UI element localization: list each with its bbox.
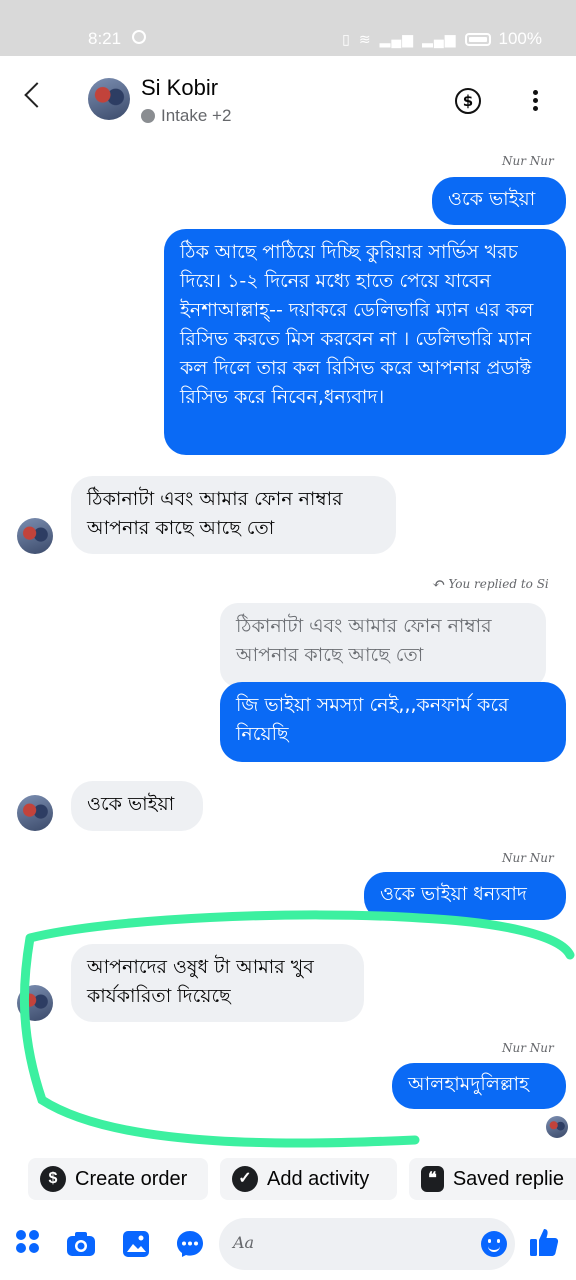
dnd-icon: [132, 30, 146, 44]
read-receipt-avatar: [546, 1116, 568, 1138]
message-bubble-outgoing[interactable]: ঠিক আছে পাঠিয়ে দিচ্ছি কুরিয়ার সার্ভিস …: [164, 229, 566, 455]
message-bubble-incoming[interactable]: আপনাদের ওষুধ টা আমার খুব কার্যকারিতা দিয…: [71, 944, 364, 1022]
reply-label: ↶ You replied to Si: [432, 574, 549, 593]
quick-action-label: Saved replie: [452, 1167, 564, 1190]
presence-dot-icon: [141, 109, 155, 123]
dollar-icon[interactable]: $: [455, 88, 481, 114]
sender-label: Nur Nur: [502, 154, 554, 168]
message-bubble-outgoing[interactable]: ওকে ভাইয়া: [432, 177, 566, 225]
contact-subtitle: Intake +2: [141, 106, 231, 126]
message-input[interactable]: Aa: [219, 1218, 515, 1270]
gallery-icon[interactable]: [122, 1230, 150, 1258]
wifi-icon: ≋: [358, 30, 372, 47]
vibrate-icon: ▯: [342, 30, 351, 47]
saved-replies-button[interactable]: ❝ Saved replie: [409, 1158, 576, 1200]
quick-action-label: Add activity: [267, 1167, 370, 1190]
quick-action-label: Create order: [75, 1167, 188, 1190]
message-placeholder: Aa: [233, 1233, 255, 1252]
status-time: 8:21: [88, 29, 122, 48]
contact-label: Intake +2: [161, 106, 232, 125]
apps-grid-icon[interactable]: [16, 1230, 40, 1254]
signal-icon: ▂▄▆: [379, 30, 415, 47]
avatar[interactable]: [17, 518, 53, 554]
message-bubble-outgoing[interactable]: আলহামদুলিল্লাহ: [392, 1063, 566, 1109]
check-icon: ✓: [232, 1166, 258, 1192]
message-bubble-incoming[interactable]: ওকে ভাইয়া: [71, 781, 203, 831]
camera-icon[interactable]: [66, 1230, 96, 1258]
create-order-button[interactable]: $ Create order: [28, 1158, 208, 1200]
battery-icon: [464, 32, 491, 46]
status-bar: 8:21 ▯ ≋ ▂▄▆ ▂▄▆ 100%: [0, 0, 576, 56]
avatar[interactable]: [17, 795, 53, 831]
add-activity-button[interactable]: ✓ Add activity: [220, 1158, 397, 1200]
avatar[interactable]: [17, 985, 53, 1021]
contact-avatar[interactable]: [88, 78, 130, 120]
messenger-icon[interactable]: [176, 1230, 204, 1258]
chat-header: Si Kobir Intake +2 $: [0, 56, 576, 142]
status-icons: ▯ ≋ ▂▄▆ ▂▄▆ 100%: [342, 29, 542, 49]
signal-2-icon: ▂▄▆: [422, 30, 457, 47]
message-composer: Aa: [0, 1212, 576, 1280]
quoted-message[interactable]: ঠিকানাটা এবং আমার ফোন নাম্বার আপনার কাছে…: [220, 603, 546, 687]
sender-label: Nur Nur: [502, 851, 554, 865]
dollar-icon: $: [40, 1166, 66, 1192]
reply-label-text: You replied to Si: [448, 576, 549, 591]
more-options-icon[interactable]: [533, 90, 538, 112]
sender-label: Nur Nur: [502, 1041, 554, 1055]
thumbs-up-icon[interactable]: [528, 1226, 560, 1258]
contact-name[interactable]: Si Kobir: [141, 75, 218, 101]
chat-bubbles-icon: ❝: [421, 1166, 444, 1192]
message-bubble-outgoing[interactable]: জি ভাইয়া সমস্যা নেই,,,কনফার্ম করে নিয়ে…: [220, 682, 566, 762]
battery-percent: 100%: [498, 29, 542, 48]
message-bubble-outgoing[interactable]: ওকে ভাইয়া ধন্যবাদ: [364, 872, 566, 920]
message-bubble-incoming[interactable]: ঠিকানাটা এবং আমার ফোন নাম্বার আপনার কাছে…: [71, 476, 396, 554]
reply-arrow-icon: ↶: [432, 574, 446, 593]
back-arrow-icon[interactable]: [24, 82, 50, 108]
emoji-icon[interactable]: [481, 1231, 507, 1257]
